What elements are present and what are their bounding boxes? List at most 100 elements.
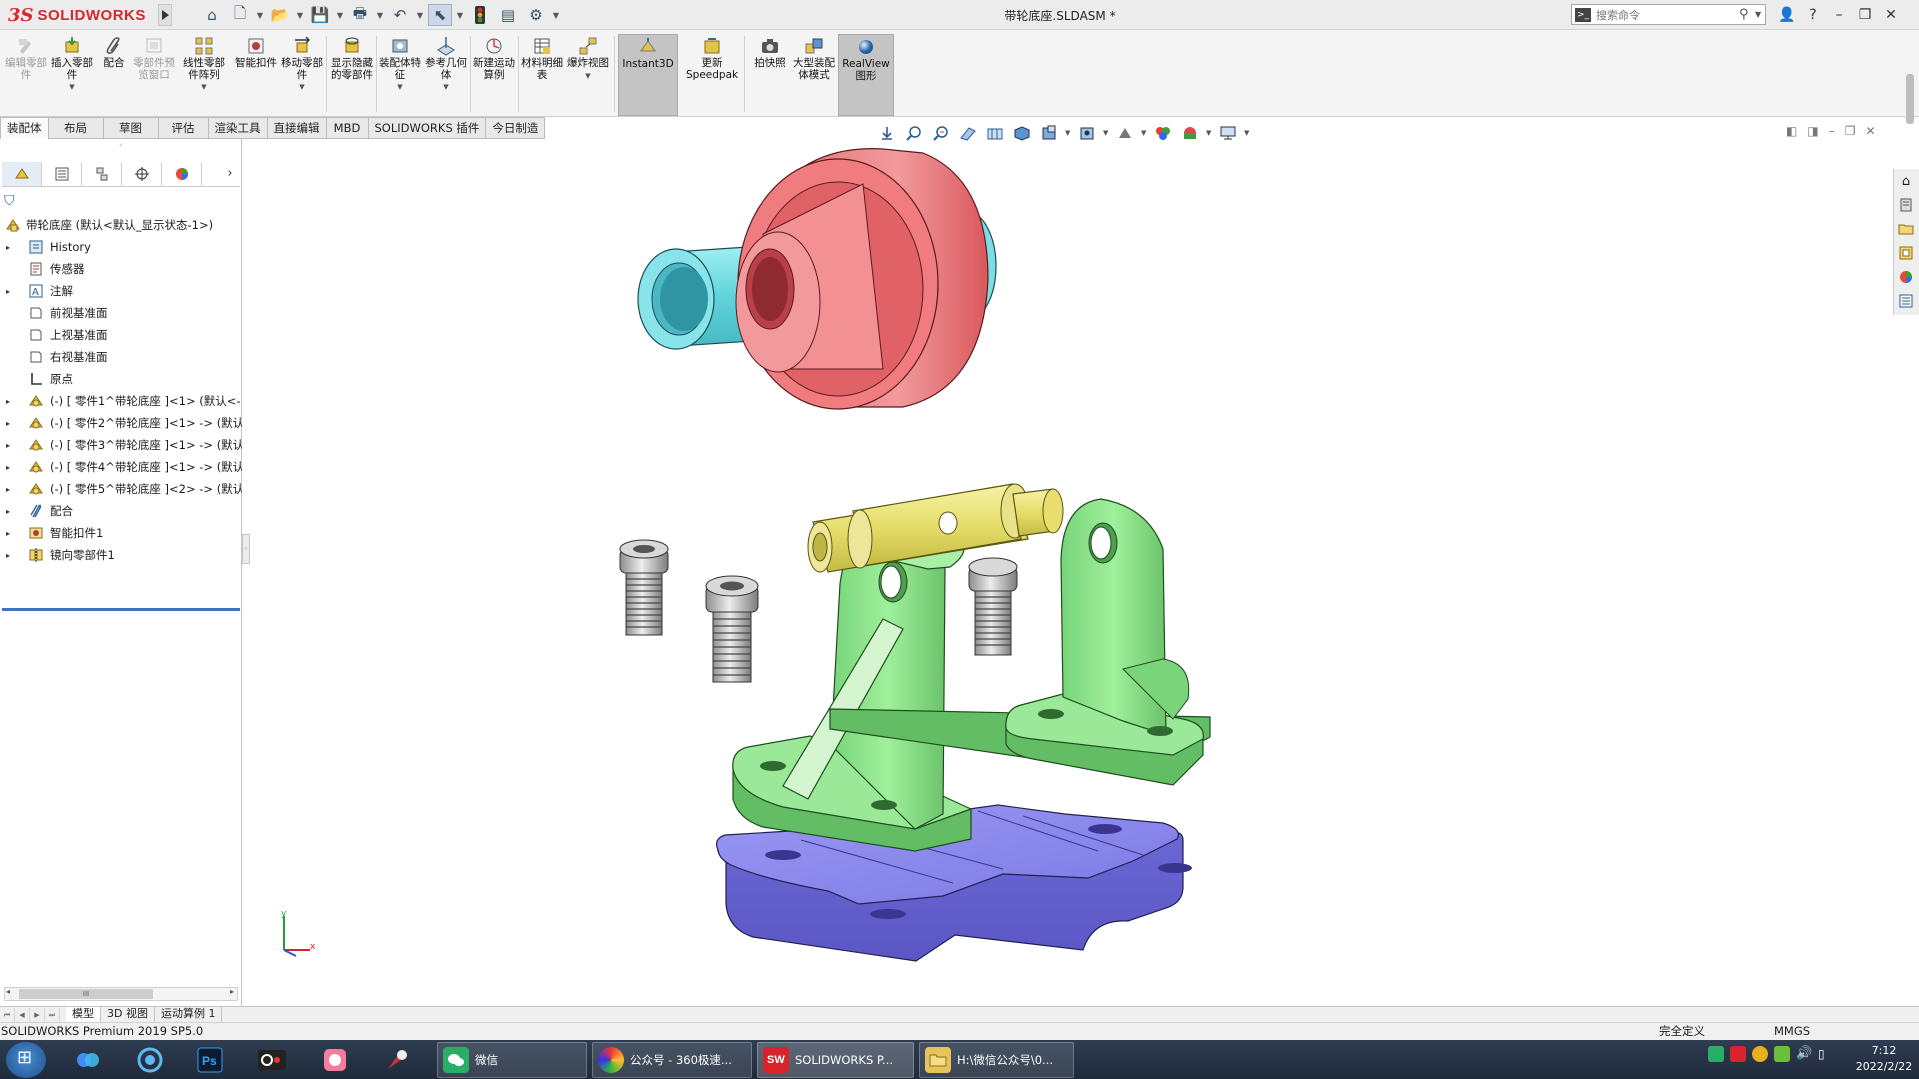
more-tabs-chevron-icon[interactable]: ›: [220, 162, 240, 186]
maximize-icon[interactable]: ❐: [1856, 5, 1874, 25]
tray-app-icon[interactable]: [1774, 1046, 1790, 1062]
expand-arrow-icon[interactable]: ▸: [6, 287, 10, 296]
zoom-to-fit-icon[interactable]: [876, 123, 898, 143]
section-view-icon[interactable]: [957, 123, 979, 143]
scroll-right-arrow-icon[interactable]: ▸: [230, 987, 234, 996]
taskbar-clock[interactable]: 7:12 2022/2/22: [1854, 1043, 1914, 1075]
viewport-next-icon[interactable]: ◨: [1807, 124, 1818, 138]
hide-show-items-icon[interactable]: [1076, 123, 1098, 143]
command-search[interactable]: >_ 搜索命令 ⚲ ▼: [1571, 4, 1766, 25]
tree-node[interactable]: ▸ 镜向零部件1: [0, 544, 242, 566]
dynamic-annotation-icon[interactable]: [984, 123, 1006, 143]
dimxpert-manager-tab-icon[interactable]: [122, 162, 162, 186]
tree-node[interactable]: ▸ A 注解: [0, 280, 242, 302]
tab-assembly[interactable]: 装配体: [0, 117, 49, 139]
expand-arrow-icon[interactable]: ▸: [6, 397, 10, 406]
expand-arrow-icon[interactable]: ▸: [6, 529, 10, 538]
smart-fasteners-button[interactable]: 智能扣件: [234, 34, 278, 116]
realview-button[interactable]: RealView图形: [838, 34, 894, 116]
tree-node[interactable]: ▸ 智能扣件1: [0, 522, 242, 544]
search-dropdown-icon[interactable]: ▼: [1755, 10, 1765, 19]
mate-button[interactable]: 配合: [92, 34, 136, 116]
close-icon[interactable]: ✕: [1882, 5, 1900, 25]
hide-show-dropdown-icon[interactable]: ▼: [1103, 129, 1109, 137]
baidu-netdisk-icon[interactable]: [63, 1043, 113, 1077]
tray-wechat-icon[interactable]: [1708, 1046, 1724, 1062]
show-hidden-components-button[interactable]: 显示隐藏的零部件: [330, 34, 374, 116]
apply-scene-icon[interactable]: [1152, 123, 1174, 143]
tab-3d-views[interactable]: 3D 视图: [101, 1007, 155, 1022]
left-bracket[interactable]: [732, 518, 973, 852]
expand-arrow-icon[interactable]: ▸: [6, 441, 10, 450]
tab-manufacturing[interactable]: 今日制造: [486, 117, 546, 139]
panel-grip-icon[interactable]: ◦: [0, 139, 242, 151]
tray-security-icon[interactable]: [1752, 1046, 1768, 1062]
expand-arrow-icon[interactable]: ▸: [6, 419, 10, 428]
tray-volume-icon[interactable]: 🔊: [1796, 1046, 1812, 1062]
dropdown-arrow-icon[interactable]: ▼: [178, 83, 230, 91]
media-player-icon[interactable]: [310, 1043, 360, 1077]
prev-tab-arrow-icon[interactable]: ◀: [15, 1007, 30, 1022]
reference-geometry-button[interactable]: 参考几何体 ▼: [424, 34, 468, 116]
viewport-restore-icon[interactable]: ❐: [1845, 124, 1856, 138]
minimize-icon[interactable]: –: [1830, 5, 1848, 25]
edit-appearance-icon[interactable]: [1114, 123, 1136, 143]
solidworks-resources-home-icon[interactable]: ⌂: [1894, 169, 1918, 193]
graphics-area[interactable]: [243, 139, 1903, 1006]
recorder-icon[interactable]: [247, 1043, 297, 1077]
bolt-right[interactable]: [968, 557, 1018, 656]
scene-dropdown-icon[interactable]: ▼: [1206, 129, 1212, 137]
design-library-icon[interactable]: [1894, 193, 1918, 217]
realview-scene-icon[interactable]: [1179, 123, 1201, 143]
expand-arrow-icon[interactable]: ▸: [6, 507, 10, 516]
viewport-prev-icon[interactable]: ◧: [1786, 124, 1797, 138]
dropdown-arrow-icon[interactable]: ▼: [566, 72, 610, 80]
custom-properties-icon[interactable]: [1894, 289, 1918, 313]
browser-icon[interactable]: [125, 1043, 175, 1077]
display-style-dropdown-icon[interactable]: ▼: [1065, 129, 1071, 137]
scroll-left-arrow-icon[interactable]: ◂: [6, 987, 10, 996]
expand-arrow-icon[interactable]: ▸: [6, 463, 10, 472]
tree-node[interactable]: ▸ (-) [ 零件5^带轮底座 ]<2> -> (默认: [0, 478, 242, 500]
tree-node[interactable]: ▸ History: [0, 236, 242, 258]
taskbar-task-solidworks[interactable]: SW SOLIDWORKS P...: [757, 1042, 914, 1078]
tab-direct-editing[interactable]: 直接编辑: [267, 117, 327, 139]
bolt-left-rear[interactable]: [619, 539, 669, 636]
tree-rollback-bar[interactable]: [2, 608, 240, 611]
view-settings-monitor-icon[interactable]: [1217, 123, 1239, 143]
view-orientation-icon[interactable]: [1011, 123, 1033, 143]
user-account-icon[interactable]: 👤: [1778, 5, 1796, 25]
expand-arrow-icon[interactable]: ▸: [6, 485, 10, 494]
tab-solidworks-addins[interactable]: SOLIDWORKS 插件: [368, 117, 487, 139]
dropdown-arrow-icon[interactable]: ▼: [50, 83, 94, 91]
tree-node[interactable]: ▸ 配合: [0, 500, 242, 522]
file-explorer-folder-icon[interactable]: [1894, 217, 1918, 241]
exploded-view-button[interactable]: 爆炸视图 ▼: [566, 34, 610, 116]
insert-component-button[interactable]: 插入零部件 ▼: [50, 34, 94, 116]
viewport-close-icon[interactable]: ✕: [1865, 124, 1875, 138]
snapshot-button[interactable]: 拍快照: [748, 34, 792, 116]
expand-arrow-icon[interactable]: ▸: [6, 243, 10, 252]
display-style-icon[interactable]: [1038, 123, 1060, 143]
assembly-features-button[interactable]: 装配体特征 ▼: [378, 34, 422, 116]
feature-manager-tab-icon[interactable]: [2, 162, 42, 186]
dropdown-arrow-icon[interactable]: ▼: [424, 83, 468, 91]
help-icon[interactable]: ?: [1804, 5, 1822, 25]
bolt-left-front[interactable]: [705, 575, 759, 683]
tab-sketch[interactable]: 草图: [103, 117, 159, 139]
tree-node[interactable]: ▸ (-) [ 零件1^带轮底座 ]<1> (默认<-: [0, 390, 242, 412]
zoom-to-area-icon[interactable]: [903, 123, 925, 143]
next-tab-arrow-icon[interactable]: ▶: [30, 1007, 45, 1022]
tray-solidworks-icon[interactable]: [1730, 1046, 1746, 1062]
property-manager-tab-icon[interactable]: [42, 162, 82, 186]
tree-node[interactable]: ▸ (-) [ 零件3^带轮底座 ]<1> -> (默认: [0, 434, 242, 456]
instant3d-button[interactable]: Instant3D: [618, 34, 678, 116]
move-component-button[interactable]: 移动零部件 ▼: [280, 34, 324, 116]
tree-node[interactable]: 传感器: [0, 258, 242, 280]
unit-system[interactable]: MMGS: [1774, 1023, 1810, 1040]
horizontal-scrollbar[interactable]: ◂ III ▸: [4, 987, 238, 1001]
tray-network-icon[interactable]: ▯: [1818, 1046, 1834, 1062]
filter-funnel-icon[interactable]: ⛉: [4, 193, 15, 209]
large-assembly-mode-button[interactable]: 大型装配体模式: [792, 34, 836, 116]
pulley-wheel[interactable]: [735, 148, 989, 410]
